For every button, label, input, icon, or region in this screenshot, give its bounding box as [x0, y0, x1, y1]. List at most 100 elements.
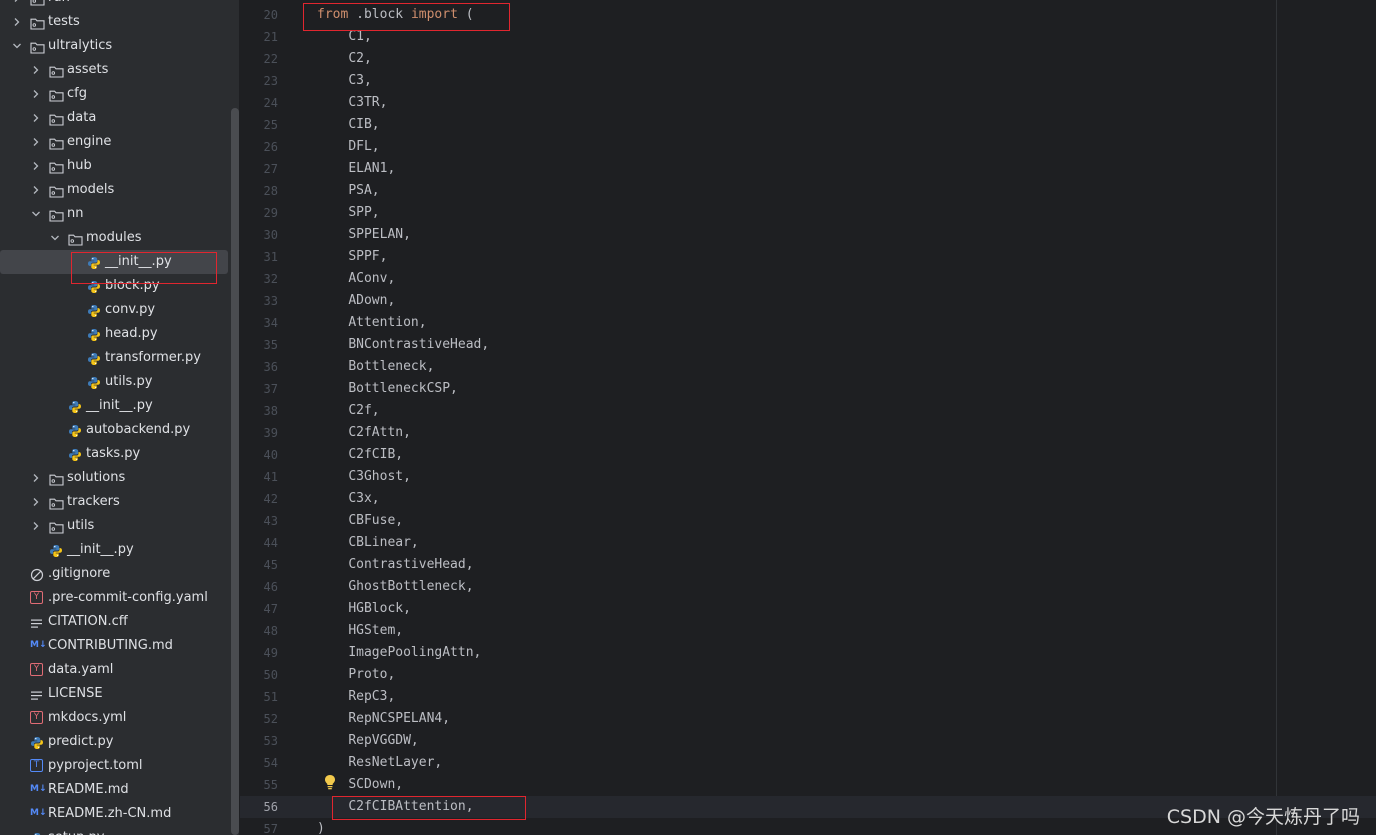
tree-folder[interactable]: solutions: [0, 466, 228, 490]
code-line[interactable]: 31 SPPF,: [240, 246, 1376, 268]
code-line[interactable]: 40 C2fCIB,: [240, 444, 1376, 466]
tree-folder[interactable]: tests: [0, 10, 228, 34]
code-line[interactable]: 43 CBFuse,: [240, 510, 1376, 532]
code-text: CBLinear,: [348, 535, 419, 550]
python-file-icon: [30, 735, 45, 749]
code-line[interactable]: 35 BNContrastiveHead,: [240, 334, 1376, 356]
code-line[interactable]: 39 C2fAttn,: [240, 422, 1376, 444]
tree-item-label: .pre-commit-config.yaml: [48, 590, 208, 605]
code-line[interactable]: 48 HGStem,: [240, 620, 1376, 642]
code-line[interactable]: 46 GhostBottleneck,: [240, 576, 1376, 598]
code-line[interactable]: 25 CIB,: [240, 114, 1376, 136]
tree-file[interactable]: setup.py: [0, 826, 228, 835]
code-line[interactable]: 34 Attention,: [240, 312, 1376, 334]
code-line[interactable]: 52 RepNCSPELAN4,: [240, 708, 1376, 730]
python-file-icon: [49, 543, 64, 557]
tree-folder[interactable]: ultralytics: [0, 34, 228, 58]
code-line[interactable]: 26 DFL,: [240, 136, 1376, 158]
tree-item-label: LICENSE: [48, 686, 103, 701]
line-number: 25: [263, 118, 278, 132]
tree-file[interactable]: Ydata.yaml: [0, 658, 228, 682]
tree-file[interactable]: autobackend.py: [0, 418, 228, 442]
code-line[interactable]: 33 ADown,: [240, 290, 1376, 312]
line-number: 41: [263, 470, 278, 484]
tree-file[interactable]: transformer.py: [0, 346, 228, 370]
code-line[interactable]: 54 ResNetLayer,: [240, 752, 1376, 774]
code-line[interactable]: 30 SPPELAN,: [240, 224, 1376, 246]
tree-file[interactable]: CITATION.cff: [0, 610, 228, 634]
chevron-right-icon[interactable]: [30, 490, 42, 514]
code-line[interactable]: 55 SCDown,: [240, 774, 1376, 796]
tree-item-label: CONTRIBUTING.md: [48, 638, 173, 653]
code-line[interactable]: 37 BottleneckCSP,: [240, 378, 1376, 400]
tree-folder[interactable]: data: [0, 106, 228, 130]
tree-file[interactable]: head.py: [0, 322, 228, 346]
code-line[interactable]: 51 RepC3,: [240, 686, 1376, 708]
code-line[interactable]: 44 CBLinear,: [240, 532, 1376, 554]
code-line[interactable]: 45 ContrastiveHead,: [240, 554, 1376, 576]
code-line[interactable]: 28 PSA,: [240, 180, 1376, 202]
tree-file[interactable]: utils.py: [0, 370, 228, 394]
tree-file[interactable]: Tpyproject.toml: [0, 754, 228, 778]
tree-file[interactable]: predict.py: [0, 730, 228, 754]
tree-folder[interactable]: cfg: [0, 82, 228, 106]
tree-folder[interactable]: run: [0, 0, 228, 10]
code-text: DFL,: [348, 139, 380, 154]
lightbulb-icon[interactable]: [324, 774, 336, 790]
chevron-right-icon[interactable]: [30, 130, 42, 154]
tree-folder[interactable]: hub: [0, 154, 228, 178]
code-line[interactable]: 36 Bottleneck,: [240, 356, 1376, 378]
tree-file[interactable]: M↓ README.zh-CN.md: [0, 802, 228, 826]
chevron-right-icon[interactable]: [30, 154, 42, 178]
tree-file[interactable]: M↓ CONTRIBUTING.md: [0, 634, 228, 658]
tree-file[interactable]: __init__.py: [0, 394, 228, 418]
chevron-right-icon[interactable]: [11, 0, 23, 10]
code-text: SPP,: [348, 205, 380, 220]
chevron-right-icon[interactable]: [30, 106, 42, 130]
code-line[interactable]: 47 HGBlock,: [240, 598, 1376, 620]
code-line[interactable]: 42 C3x,: [240, 488, 1376, 510]
code-text: ContrastiveHead,: [348, 557, 474, 572]
tree-folder[interactable]: utils: [0, 514, 228, 538]
tree-file[interactable]: tasks.py: [0, 442, 228, 466]
tree-file[interactable]: LICENSE: [0, 682, 228, 706]
folder-icon: [49, 183, 64, 198]
code-line[interactable]: 24 C3TR,: [240, 92, 1376, 114]
code-line[interactable]: 27 ELAN1,: [240, 158, 1376, 180]
tree-folder[interactable]: engine: [0, 130, 228, 154]
python-file-icon: [87, 351, 102, 365]
code-line[interactable]: 22 C2,: [240, 48, 1376, 70]
chevron-right-icon[interactable]: [30, 58, 42, 82]
tree-folder[interactable]: models: [0, 178, 228, 202]
tree-file[interactable]: __init__.py: [0, 538, 228, 562]
chevron-right-icon[interactable]: [30, 514, 42, 538]
code-line[interactable]: 32 AConv,: [240, 268, 1376, 290]
tree-folder[interactable]: nn: [0, 202, 228, 226]
code-line[interactable]: 41 C3Ghost,: [240, 466, 1376, 488]
code-editor[interactable]: 20 from .block import (21 C1, 22 C2, 23 C3,…: [240, 0, 1376, 835]
code-line[interactable]: 50 Proto,: [240, 664, 1376, 686]
chevron-right-icon[interactable]: [30, 466, 42, 490]
chevron-down-icon[interactable]: [30, 202, 42, 226]
tree-file[interactable]: M↓ README.md: [0, 778, 228, 802]
tree-folder[interactable]: assets: [0, 58, 228, 82]
project-tree-scrollbar[interactable]: [231, 108, 239, 835]
chevron-down-icon[interactable]: [11, 34, 23, 58]
chevron-right-icon[interactable]: [30, 178, 42, 202]
code-line[interactable]: 49 ImagePoolingAttn,: [240, 642, 1376, 664]
tree-file[interactable]: .gitignore: [0, 562, 228, 586]
code-text: RepC3,: [348, 689, 396, 704]
tree-folder[interactable]: trackers: [0, 490, 228, 514]
code-line[interactable]: 53 RepVGGDW,: [240, 730, 1376, 752]
line-number: 32: [263, 272, 278, 286]
tree-folder[interactable]: modules: [0, 226, 228, 250]
code-line[interactable]: 29 SPP,: [240, 202, 1376, 224]
tree-file[interactable]: Y .pre-commit-config.yaml: [0, 586, 228, 610]
chevron-right-icon[interactable]: [30, 82, 42, 106]
tree-file[interactable]: Ymkdocs.yml: [0, 706, 228, 730]
chevron-down-icon[interactable]: [49, 226, 61, 250]
chevron-right-icon[interactable]: [11, 10, 23, 34]
code-line[interactable]: 23 C3,: [240, 70, 1376, 92]
tree-file[interactable]: conv.py: [0, 298, 228, 322]
code-line[interactable]: 38 C2f,: [240, 400, 1376, 422]
